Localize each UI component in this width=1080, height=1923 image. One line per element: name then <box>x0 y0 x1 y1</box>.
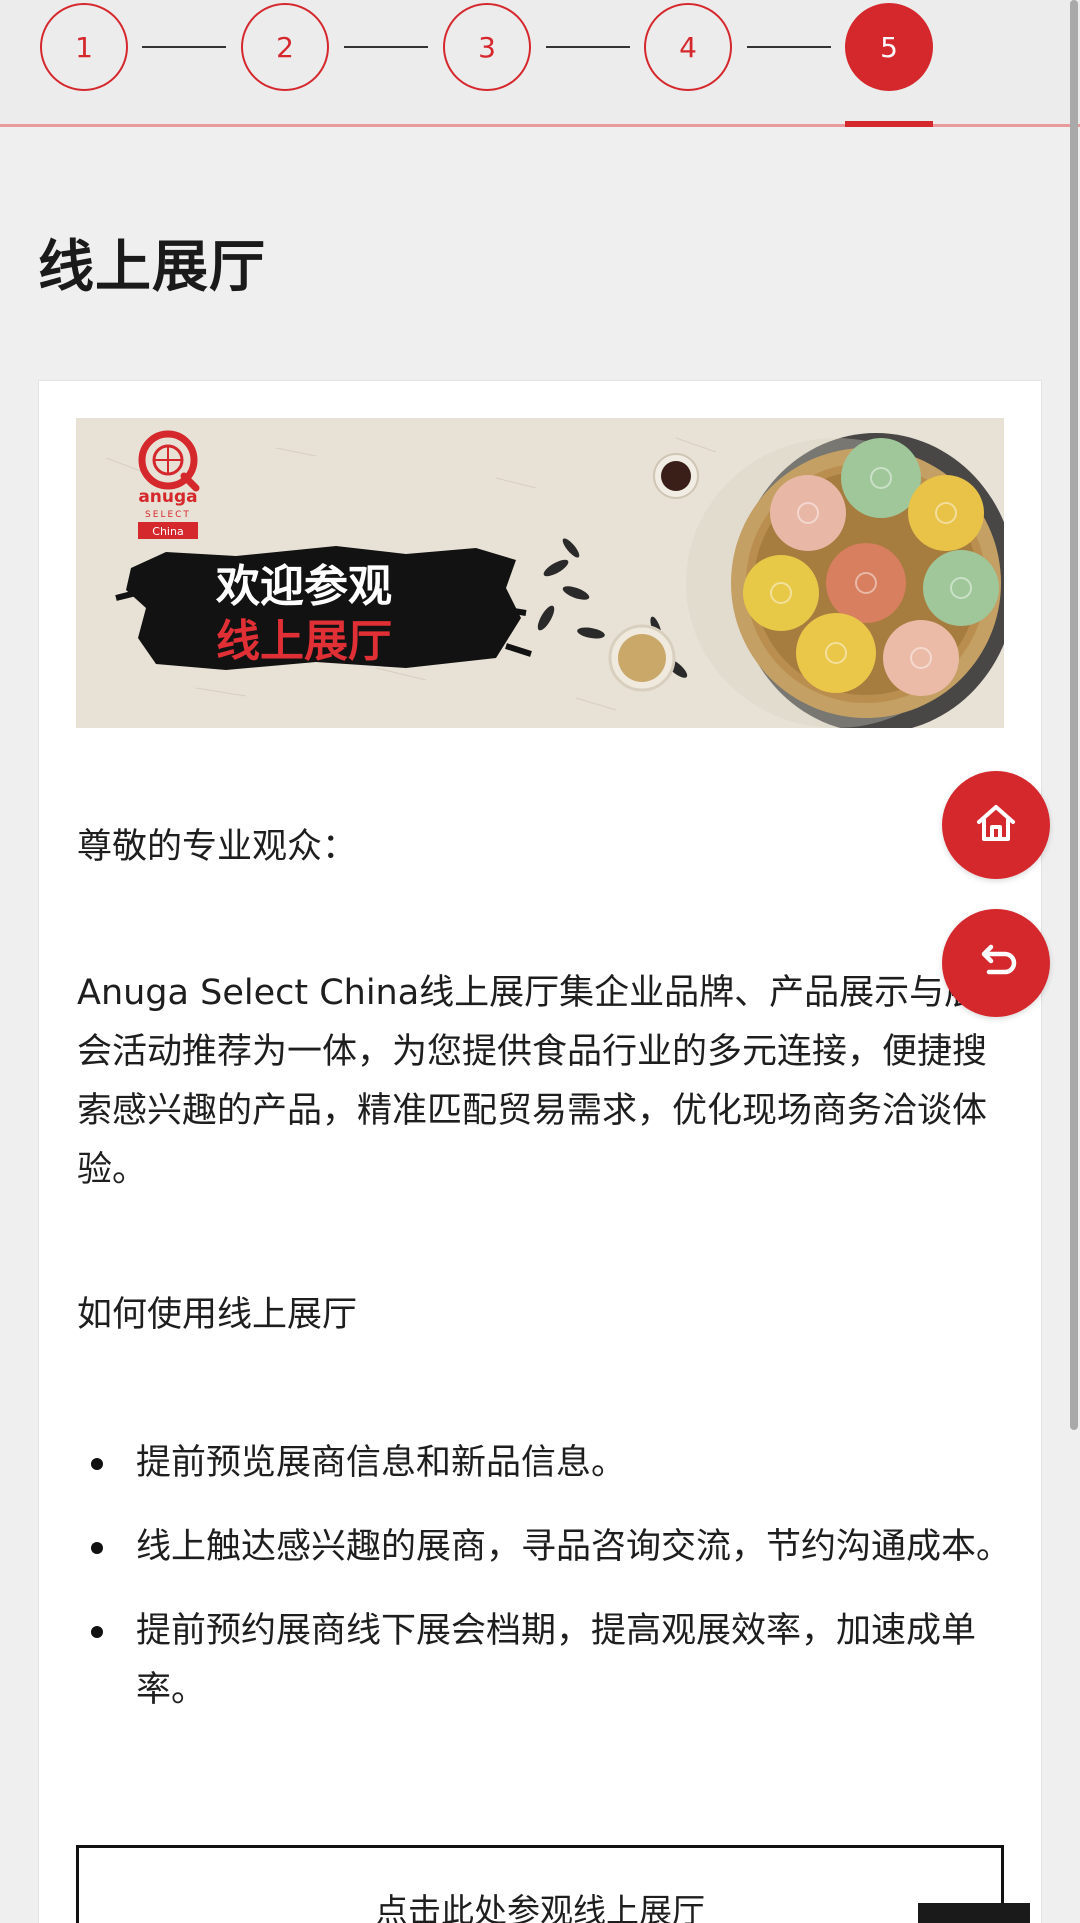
svg-text:线上展厅: 线上展厅 <box>216 616 392 667</box>
step-5-active[interactable]: 5 <box>845 3 933 91</box>
visit-online-hall-button[interactable]: 点击此处参观线上展厅 <box>76 1845 1004 1923</box>
intro-paragraph: Anuga Select China线上展厅集企业品牌、产品展示与展会活动推荐为… <box>77 973 988 1190</box>
active-step-indicator <box>845 121 933 127</box>
home-button[interactable] <box>942 771 1050 879</box>
bullet-icon <box>91 1542 103 1554</box>
step-4[interactable]: 4 <box>644 3 732 91</box>
svg-text:SELECT: SELECT <box>145 510 191 520</box>
step-connector <box>747 46 831 48</box>
step-connector <box>142 46 226 48</box>
page-title: 线上展厅 <box>38 235 266 300</box>
step-2[interactable]: 2 <box>241 3 329 91</box>
list-item: 线上触达感兴趣的展商，寻品咨询交流，节约沟通成本。 <box>77 1518 1012 1577</box>
welcome-banner: anuga SELECT China 欢迎参观 线上展厅 <box>76 418 1004 728</box>
progress-stepper: 1 2 3 4 5 <box>0 0 1080 127</box>
howto-heading: 如何使用线上展厅 <box>77 1295 358 1335</box>
step-3[interactable]: 3 <box>443 3 531 91</box>
anuga-logo: anuga SELECT China <box>138 430 200 539</box>
feature-list: 提前预览展商信息和新品信息。 线上触达感兴趣的展商，寻品咨询交流，节约沟通成本。… <box>77 1434 1012 1745</box>
bullet-icon <box>91 1626 103 1638</box>
list-item: 提前预览展商信息和新品信息。 <box>77 1434 1012 1493</box>
svg-text:anuga: anuga <box>138 487 197 507</box>
svg-text:China: China <box>152 525 183 538</box>
back-button[interactable] <box>942 909 1050 1017</box>
greeting-text: 尊敬的专业观众： <box>77 827 358 867</box>
page-scrollbar[interactable] <box>1070 0 1078 1430</box>
list-item: 提前预约展商线下展会档期，提高观展效率，加速成单率。 <box>77 1602 1012 1720</box>
home-icon <box>971 798 1021 852</box>
back-arrow-icon <box>971 936 1021 990</box>
svg-text:欢迎参观: 欢迎参观 <box>215 561 392 612</box>
step-connector <box>546 46 630 48</box>
step-1[interactable]: 1 <box>40 3 128 91</box>
cta-label: 点击此处参观线上展厅 <box>375 1891 705 1923</box>
bullet-icon <box>91 1458 103 1470</box>
floating-widget-partial[interactable] <box>918 1903 1030 1923</box>
step-connector <box>344 46 428 48</box>
